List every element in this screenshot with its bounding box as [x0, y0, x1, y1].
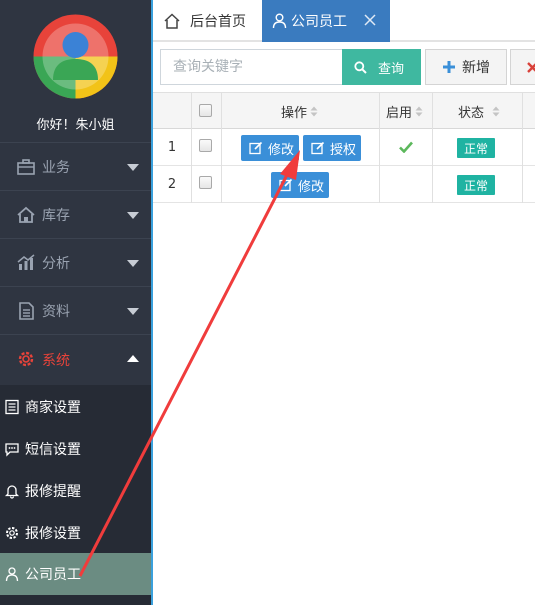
- tab-home[interactable]: 后台首页: [153, 0, 262, 42]
- menu-item-data[interactable]: 资料: [0, 286, 151, 334]
- edit-icon: [311, 141, 325, 155]
- column-divider: [379, 92, 380, 203]
- submenu-item-sms-settings[interactable]: 短信设置: [0, 429, 151, 469]
- row-number: 2: [167, 177, 177, 192]
- menu-item-inventory[interactable]: 库存: [0, 190, 151, 238]
- row-number: 1: [167, 140, 177, 155]
- column-header-label: 启用: [386, 106, 413, 121]
- sort-icon: [310, 106, 318, 117]
- table-header-row: 操作 启用 状态: [153, 92, 535, 129]
- submenu-item-repair-settings[interactable]: 报修设置: [0, 513, 151, 553]
- chevron-down-icon: [127, 164, 139, 171]
- chevron-down-icon: [127, 212, 139, 219]
- chat-icon: [5, 443, 19, 457]
- column-divider: [221, 92, 222, 203]
- checkmark-icon: [399, 141, 413, 153]
- search-input[interactable]: [160, 49, 343, 85]
- submenu-label: 报修设置: [25, 526, 81, 542]
- chart-icon: [17, 254, 35, 270]
- submenu-label: 公司员工: [25, 567, 81, 583]
- system-submenu: 商家设置 短信设置 报修提醒 报修设置 公司员工: [0, 385, 151, 605]
- menu-item-analysis[interactable]: 分析: [0, 238, 151, 286]
- edit-button[interactable]: 修改: [271, 172, 329, 198]
- status-badge: 正常: [457, 175, 495, 195]
- add-button-label: 新增: [462, 60, 490, 76]
- column-divider: [522, 92, 523, 203]
- sidebar: 你好！朱小姐 业务 库存 分析 资料 系统 商家设置 短信设置 报修提醒 报修设…: [0, 0, 151, 605]
- submenu-label: 商家设置: [25, 400, 81, 416]
- row-checkbox[interactable]: [199, 176, 212, 189]
- add-button[interactable]: 新增: [425, 49, 507, 85]
- app-root: 你好！朱小姐 业务 库存 分析 资料 系统 商家设置 短信设置 报修提醒 报修设…: [0, 0, 535, 605]
- chevron-down-icon: [127, 260, 139, 267]
- gear-icon: [18, 351, 34, 367]
- status-badge: 正常: [457, 138, 495, 158]
- authorize-button-label: 授权: [330, 142, 357, 158]
- query-button[interactable]: 查询: [342, 49, 421, 85]
- column-header-status[interactable]: 状态: [458, 93, 500, 130]
- tab-bar: 后台首页 公司员工: [153, 0, 535, 42]
- table-row[interactable]: 2 修改 正常: [153, 166, 535, 203]
- submenu-item-merchant-settings[interactable]: 商家设置: [0, 387, 151, 427]
- edit-button-label: 修改: [298, 179, 325, 195]
- table-row[interactable]: 1 修改 授权 正常: [153, 129, 535, 166]
- sort-icon: [415, 106, 423, 117]
- sort-icon: [492, 106, 500, 117]
- search-icon: [354, 61, 367, 74]
- user-icon: [272, 13, 287, 29]
- column-header-label: 状态: [458, 106, 485, 121]
- home-icon: [164, 13, 180, 29]
- list-icon: [5, 399, 19, 415]
- gear-icon: [6, 527, 18, 539]
- close-icon[interactable]: [363, 13, 377, 27]
- briefcase-icon: [17, 159, 35, 175]
- document-icon: [19, 302, 34, 320]
- submenu-item-repair-reminder[interactable]: 报修提醒: [0, 471, 151, 511]
- chevron-down-icon: [127, 308, 139, 315]
- column-header-label: 操作: [281, 106, 308, 121]
- chevron-up-icon: [127, 355, 139, 362]
- edit-icon: [279, 178, 293, 192]
- menu-item-business[interactable]: 业务: [0, 142, 151, 190]
- menu-label-business: 业务: [42, 159, 70, 176]
- submenu-label: 报修提醒: [25, 484, 81, 500]
- column-divider: [191, 92, 192, 203]
- greeting-text: 你好！朱小姐: [36, 118, 115, 133]
- column-header-enabled[interactable]: 启用: [386, 93, 423, 130]
- query-button-label: 查询: [378, 61, 405, 77]
- plus-icon: [443, 61, 455, 73]
- menu-item-system[interactable]: 系统: [0, 334, 151, 385]
- sidebar-divider: [151, 0, 153, 605]
- delete-button[interactable]: [510, 49, 535, 85]
- select-all-checkbox[interactable]: [199, 104, 212, 117]
- edit-button[interactable]: 修改: [241, 135, 299, 161]
- bell-icon: [4, 485, 20, 499]
- avatar[interactable]: [33, 14, 118, 99]
- column-divider: [432, 92, 433, 203]
- house-icon: [17, 206, 35, 223]
- edit-icon: [249, 141, 263, 155]
- menu-label-analysis: 分析: [42, 255, 70, 272]
- row-checkbox[interactable]: [199, 139, 212, 152]
- avatar-icon: [33, 14, 118, 99]
- menu-label-inventory: 库存: [42, 207, 70, 224]
- menu-label-system: 系统: [42, 353, 70, 369]
- staff-table: 操作 启用 状态 1 修改 授权 正常 2 修改 正常: [153, 92, 535, 203]
- submenu-label: 短信设置: [25, 442, 81, 458]
- delete-x-icon: [527, 62, 535, 73]
- tab-home-label: 后台首页: [190, 14, 246, 30]
- tab-staff-label: 公司员工: [291, 14, 347, 30]
- authorize-button[interactable]: 授权: [303, 135, 361, 161]
- menu-label-data: 资料: [42, 303, 70, 320]
- user-icon: [5, 567, 19, 582]
- edit-button-label: 修改: [268, 142, 295, 158]
- column-header-operation[interactable]: 操作: [281, 93, 318, 130]
- submenu-item-company-staff[interactable]: 公司员工: [0, 553, 151, 595]
- tab-company-staff[interactable]: 公司员工: [262, 0, 390, 42]
